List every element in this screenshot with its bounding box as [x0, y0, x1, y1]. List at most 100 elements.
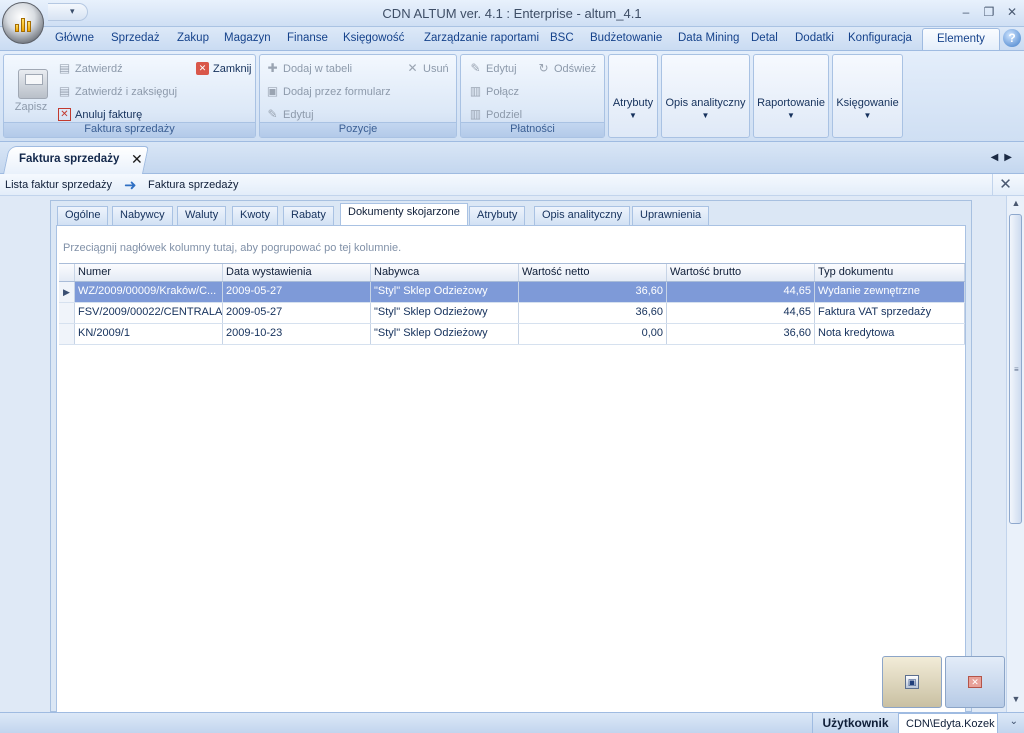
- status-dropdown-icon[interactable]: ⌄: [1010, 716, 1018, 727]
- cell-brutto: 44,65: [667, 303, 815, 323]
- cell-netto: 36,60: [519, 282, 667, 302]
- close-window-button[interactable]: ✕: [1004, 5, 1020, 19]
- tab-uprawnienia[interactable]: Uprawnienia: [632, 206, 710, 225]
- ribbon-group-label-faktura: Faktura sprzedaży: [4, 122, 255, 137]
- breadcrumb-current: Faktura sprzedaży: [148, 179, 239, 191]
- chevron-down-icon: ▼: [701, 111, 710, 120]
- column-header-netto[interactable]: Wartość netto: [519, 264, 667, 281]
- save-ribbon-button[interactable]: Zapisz: [6, 59, 56, 119]
- document-tab-close-icon[interactable]: ✕: [131, 151, 143, 168]
- cell-numer: WZ/2009/00009/Kraków/C...: [75, 282, 223, 302]
- tab-opis-analityczny[interactable]: Opis analityczny: [534, 206, 631, 225]
- breadcrumb-close-icon[interactable]: ✕: [992, 174, 1018, 196]
- ribbon-tab-finanse[interactable]: Finanse: [287, 32, 328, 44]
- close-icon: ✕: [968, 676, 982, 688]
- ribbon-tab-dodatki[interactable]: Dodatki: [795, 32, 834, 44]
- column-header-brutto[interactable]: Wartość brutto: [667, 264, 815, 281]
- group-by-hint[interactable]: Przeciągnij nagłówek kolumny tutaj, aby …: [63, 242, 401, 254]
- window-title: CDN ALTUM ver. 4.1 : Enterprise - altum_…: [382, 6, 642, 21]
- ribbon-tab-detal[interactable]: Detal: [751, 32, 778, 44]
- ribbon-tab-data-mining[interactable]: Data Mining: [678, 32, 739, 44]
- column-header-typ[interactable]: Typ dokumentu: [815, 264, 965, 281]
- cell-numer: FSV/2009/00022/CENTRALA: [75, 303, 223, 323]
- row-pointer-icon[interactable]: ▶: [59, 282, 75, 302]
- cell-brutto: 36,60: [667, 324, 815, 344]
- edit-payment-button[interactable]: ✎ Edytuj: [469, 62, 516, 75]
- cancel-invoice-icon: ✕: [58, 108, 71, 121]
- tab-ogolne[interactable]: Ogólne: [57, 206, 109, 225]
- plus-icon: ✚: [267, 61, 278, 75]
- ribbon-tab-budzetowanie[interactable]: Budżetowanie: [590, 32, 662, 44]
- ribbon-tab-konfiguracja[interactable]: Konfiguracja: [848, 32, 912, 44]
- scroll-thumb[interactable]: ≡: [1009, 214, 1022, 524]
- ribbon-tab-raporty[interactable]: Zarządzanie raportami: [424, 32, 539, 44]
- cell-brutto: 44,65: [667, 282, 815, 302]
- scroll-down-icon[interactable]: ▼: [1007, 694, 1024, 710]
- cell-typ: Nota kredytowa: [815, 324, 965, 344]
- tab-scroll-arrows-icon[interactable]: ◀▶: [991, 152, 1018, 163]
- approve-post-button[interactable]: ▤ Zatwierdź i zaksięguj: [58, 85, 177, 98]
- cell-nabywca: "Styl" Sklep Odzieżowy: [371, 282, 519, 302]
- edit-position-button[interactable]: ✎ Edytuj: [266, 107, 313, 121]
- minimize-button[interactable]: –: [958, 5, 974, 19]
- tab-kwoty[interactable]: Kwoty: [232, 206, 278, 225]
- breadcrumb-parent[interactable]: Lista faktur sprzedaży: [5, 179, 112, 191]
- refresh-icon: ↻: [538, 61, 549, 75]
- merge-payment-button[interactable]: ▥ Połącz: [469, 85, 519, 98]
- app-menu-orb-icon[interactable]: [2, 2, 44, 44]
- user-value[interactable]: CDN\Edyta.Kozek: [898, 713, 998, 733]
- tab-rabaty[interactable]: Rabaty: [283, 206, 334, 225]
- ribbon-tab-magazyn[interactable]: Magazyn: [224, 32, 271, 44]
- add-in-table-button[interactable]: ✚ Dodaj w tabeli: [266, 62, 352, 75]
- tab-dokumenty-skojarzone[interactable]: Dokumenty skojarzone: [340, 203, 468, 226]
- tab-waluty[interactable]: Waluty: [177, 206, 227, 225]
- table-row[interactable]: FSV/2009/00022/CENTRALA 2009-05-27 "Styl…: [59, 303, 965, 324]
- delete-x-icon: ✕: [407, 61, 418, 75]
- ribbon-tab-ksiegowosc[interactable]: Księgowość: [343, 32, 404, 44]
- cell-typ: Faktura VAT sprzedaży: [815, 303, 965, 323]
- ribbon-tab-zakup[interactable]: Zakup: [177, 32, 209, 44]
- row-selector[interactable]: [59, 324, 75, 344]
- merge-icon: ▥: [469, 84, 482, 98]
- tab-atrybuty[interactable]: Atrybuty: [469, 206, 526, 225]
- reporting-dropdown-button[interactable]: Raportowanie ▼: [753, 54, 829, 138]
- document-tab-strip: Faktura sprzedaży ✕ ◀▶: [0, 142, 1024, 174]
- document-tab-label[interactable]: Faktura sprzedaży: [19, 153, 119, 165]
- attributes-dropdown-button[interactable]: Atrybuty ▼: [608, 54, 658, 138]
- save-disk-icon: ▣: [905, 675, 919, 689]
- posting-dropdown-button[interactable]: Księgowanie ▼: [832, 54, 903, 138]
- column-header-nabywca[interactable]: Nabywca: [371, 264, 519, 281]
- delete-position-button[interactable]: ✕ Usuń: [406, 61, 448, 75]
- chevron-down-icon: ▼: [787, 111, 795, 120]
- column-header-data[interactable]: Data wystawienia: [223, 264, 371, 281]
- breadcrumb: Lista faktur sprzedaży ➜ Faktura sprzeda…: [0, 174, 1024, 196]
- wrench-icon: ✎: [267, 107, 278, 121]
- close-document-button[interactable]: ✕: [945, 656, 1005, 708]
- row-selector[interactable]: [59, 303, 75, 323]
- invoice-panel: Ogólne Nabywcy Waluty Kwoty Rabaty Dokum…: [50, 200, 972, 713]
- tab-nabywcy[interactable]: Nabywcy: [112, 206, 173, 225]
- ribbon-tab-sprzedaz[interactable]: Sprzedaż: [111, 32, 160, 44]
- approve-button[interactable]: ▤ Zatwierdź: [58, 62, 123, 75]
- ribbon-tab-glowne[interactable]: Główne: [55, 32, 94, 44]
- ribbon-group-pozycje: ✚ Dodaj w tabeli ▣ Dodaj przez formularz ✎…: [259, 54, 457, 138]
- ribbon-tab-bsc[interactable]: BSC: [550, 32, 574, 44]
- refresh-payment-button[interactable]: ↻ Odśwież: [537, 62, 596, 75]
- help-icon[interactable]: ?: [1003, 29, 1021, 47]
- column-header-numer[interactable]: Numer: [75, 264, 223, 281]
- close-ribbon-button[interactable]: ✕ Zamknij: [196, 62, 252, 75]
- table-row[interactable]: ▶ WZ/2009/00009/Kraków/C... 2009-05-27 "…: [59, 282, 965, 303]
- split-payment-button[interactable]: ▥ Podziel: [469, 108, 522, 121]
- restore-button[interactable]: ❐: [981, 5, 997, 19]
- add-by-form-button[interactable]: ▣ Dodaj przez formularz: [266, 85, 391, 98]
- ribbon-tab-elementy[interactable]: Elementy: [922, 28, 1000, 52]
- scroll-up-icon[interactable]: ▲: [1007, 198, 1024, 214]
- vertical-scrollbar[interactable]: ▲ ≡ ▼: [1006, 196, 1024, 712]
- ribbon-group-label-pozycje: Pozycje: [260, 122, 456, 137]
- cancel-invoice-button[interactable]: ✕ Anuluj fakturę: [58, 108, 142, 121]
- title-bar: ▾ CDN ALTUM ver. 4.1 : Enterprise - altu…: [0, 0, 1024, 27]
- table-row[interactable]: KN/2009/1 2009-10-23 "Styl" Sklep Odzież…: [59, 324, 965, 345]
- analytic-description-dropdown-button[interactable]: Opis analityczny ▼: [661, 54, 750, 138]
- cell-typ: Wydanie zewnętrzne: [815, 282, 965, 302]
- save-document-button[interactable]: ▣: [882, 656, 942, 708]
